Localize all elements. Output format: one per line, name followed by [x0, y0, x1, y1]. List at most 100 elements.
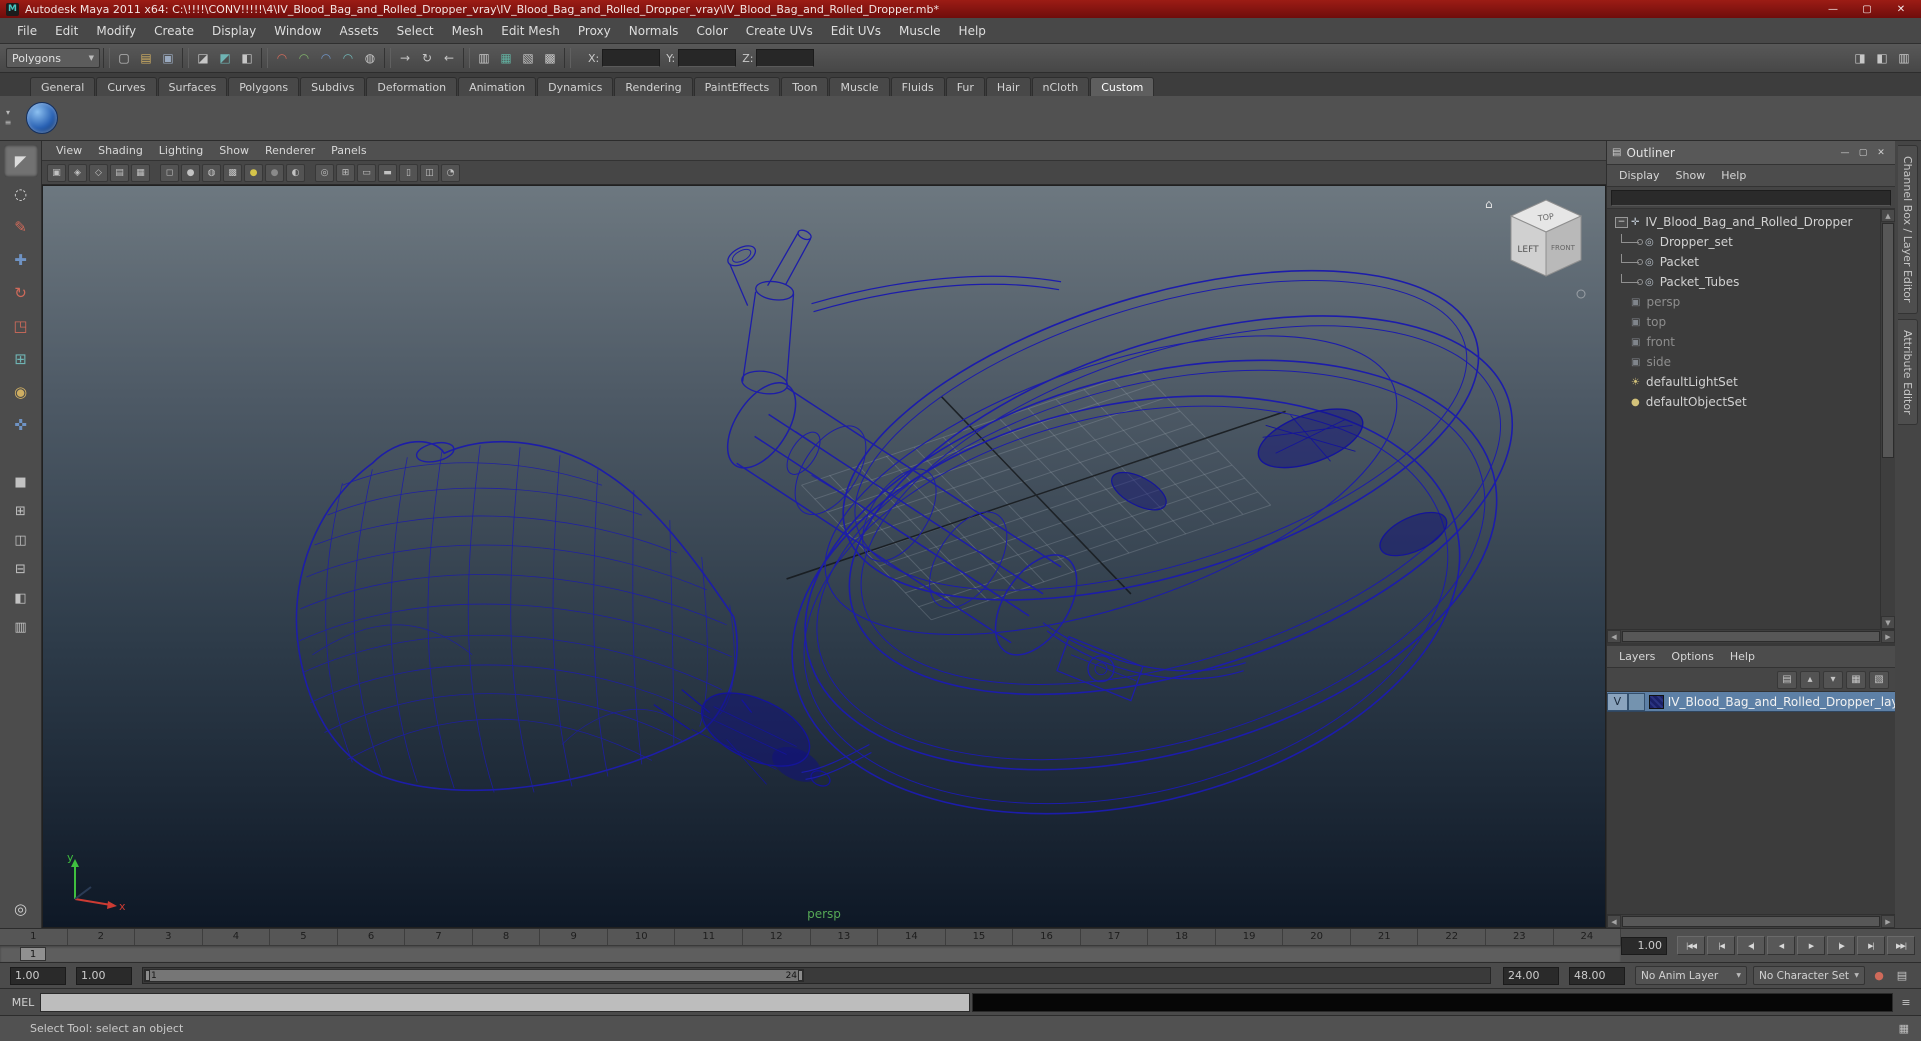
timeline-frame-cell[interactable]: 22: [1418, 929, 1487, 945]
shelf-tab[interactable]: nCloth: [1031, 77, 1090, 96]
panel-menu-item[interactable]: Lighting: [151, 142, 211, 159]
playback-start-field[interactable]: 1.00: [76, 966, 132, 985]
expand-collapse-icon[interactable]: −: [1615, 216, 1628, 228]
menubar-item[interactable]: Mesh: [443, 20, 493, 42]
select-by-hierarchy-icon[interactable]: ◪: [192, 47, 214, 69]
animation-end-field[interactable]: 48.00: [1569, 966, 1625, 985]
outliner-item-front[interactable]: ▣ front: [1607, 332, 1880, 352]
new-empty-layer-icon[interactable]: ▦: [1846, 670, 1866, 689]
coordinate-input[interactable]: [678, 49, 737, 67]
toolbox-extra-button[interactable]: ◎: [14, 900, 27, 918]
show-attribute-editor-icon[interactable]: ◨: [1849, 47, 1871, 69]
timeline-frame-cell[interactable]: 16: [1013, 929, 1081, 945]
snap-to-curve-icon[interactable]: ◠: [293, 47, 315, 69]
make-live-icon[interactable]: ◍: [359, 47, 381, 69]
layer-playback-toggle[interactable]: [1627, 692, 1645, 711]
construction-history-icon[interactable]: ↻: [416, 47, 438, 69]
node-label[interactable]: top: [1646, 315, 1666, 329]
play-backwards-button[interactable]: ◀: [1767, 936, 1795, 955]
custom-shelf-item-button[interactable]: [26, 102, 58, 134]
shelf-tab[interactable]: Hair: [985, 77, 1031, 96]
field-chart-icon[interactable]: ⊞: [336, 163, 355, 182]
menu-set-selector[interactable]: Polygons ▼: [6, 48, 100, 68]
help-line-icon[interactable]: ▦: [1899, 1022, 1909, 1035]
outliner-item-root[interactable]: − ✛ IV_Blood_Bag_and_Rolled_Dropper: [1607, 212, 1880, 232]
node-label[interactable]: persp: [1646, 295, 1680, 309]
bookmarks-icon[interactable]: ▤: [110, 163, 129, 182]
select-by-object-icon[interactable]: ◩: [214, 47, 236, 69]
step-back-key-button[interactable]: ◀|: [1737, 936, 1765, 955]
panel-menu-item[interactable]: Show: [211, 142, 257, 159]
layer-row[interactable]: V IV_Blood_Bag_and_Rolled_Dropper_layer: [1607, 692, 1895, 712]
viewport-3d-scene[interactable]: [43, 186, 1605, 927]
node-label[interactable]: Packet_Tubes: [1660, 275, 1740, 289]
timeline-frame-cell[interactable]: 2: [68, 929, 136, 945]
timeline-frame-cell[interactable]: 5: [270, 929, 338, 945]
node-label[interactable]: Packet: [1660, 255, 1699, 269]
animation-preferences-icon[interactable]: ▤: [1893, 967, 1911, 985]
scale-tool[interactable]: ◳: [4, 310, 38, 342]
tube-connectors[interactable]: [1106, 397, 1453, 565]
timeline-frame-cell[interactable]: 23: [1486, 929, 1554, 945]
shelf-tabs-toggle-icon[interactable]: ▾: [6, 108, 10, 118]
outliner-filter-input[interactable]: [1611, 189, 1891, 206]
textured-icon[interactable]: ▩: [223, 163, 242, 182]
current-frame-marker[interactable]: 1: [20, 947, 46, 961]
timeline-frame-cell[interactable]: 20: [1283, 929, 1351, 945]
shelf-tab[interactable]: Deformation: [366, 77, 458, 96]
timeline-frame-cell[interactable]: 3: [135, 929, 203, 945]
menubar-item[interactable]: Create UVs: [737, 20, 822, 42]
save-scene-icon[interactable]: ▣: [157, 47, 179, 69]
mel-output-field[interactable]: [972, 992, 1893, 1012]
show-manipulator-tool[interactable]: ✜: [4, 409, 38, 441]
smooth-shade-icon[interactable]: ●: [181, 163, 200, 182]
view-cube-menu-dot[interactable]: [1576, 289, 1586, 299]
show-tool-settings-icon[interactable]: ◧: [1871, 47, 1893, 69]
timeline-frame-cell[interactable]: 9: [540, 929, 608, 945]
scroll-left-icon[interactable]: ◀: [1607, 915, 1621, 928]
range-start-handle[interactable]: [145, 970, 150, 981]
use-all-lights-icon[interactable]: ●: [244, 163, 263, 182]
menubar-item[interactable]: Window: [265, 20, 330, 42]
outliner-menu-item[interactable]: Display: [1611, 167, 1668, 184]
open-render-view-icon[interactable]: ▥: [473, 47, 495, 69]
range-end-handle[interactable]: [798, 970, 804, 981]
node-label[interactable]: Dropper_set: [1660, 235, 1733, 249]
snap-to-plane-icon[interactable]: ◠: [337, 47, 359, 69]
close-window-button[interactable]: ✕: [1887, 4, 1915, 15]
select-by-component-icon[interactable]: ◧: [236, 47, 258, 69]
minimize-window-button[interactable]: —: [1819, 4, 1847, 15]
scroll-down-icon[interactable]: ▼: [1881, 616, 1895, 629]
shelf-menu-icon[interactable]: ≡: [5, 118, 12, 128]
playback-end-field[interactable]: 24.00: [1503, 966, 1559, 985]
statusline-grip[interactable]: [261, 48, 268, 68]
play-forwards-button[interactable]: ▶: [1797, 936, 1825, 955]
shelf-tab[interactable]: General: [30, 77, 96, 96]
viewport-toolbar-gap[interactable]: [307, 164, 313, 182]
mel-toggle-button[interactable]: MEL: [6, 996, 40, 1009]
wireframe-on-shaded-icon[interactable]: ◍: [202, 163, 221, 182]
scrollbar-thumb[interactable]: [1882, 223, 1894, 459]
outliner-item-packet[interactable]: ◎ Packet: [1607, 252, 1880, 272]
panel-menu-item[interactable]: Shading: [90, 142, 151, 159]
panel-menu-item[interactable]: View: [48, 142, 90, 159]
range-slider-track[interactable]: 1 24: [142, 967, 1491, 984]
outliner-item-packet-tubes[interactable]: ◎ Packet_Tubes: [1607, 272, 1880, 292]
camera-attributes-icon[interactable]: ◇: [89, 163, 108, 182]
wireframe-icon[interactable]: ◻: [160, 163, 179, 182]
viewport-toolbar-gap[interactable]: [152, 164, 158, 182]
layers-menu-item[interactable]: Help: [1722, 648, 1763, 665]
shelf-tab[interactable]: Fluids: [890, 77, 945, 96]
node-label[interactable]: IV_Blood_Bag_and_Rolled_Dropper: [1645, 215, 1852, 229]
animation-start-field[interactable]: 1.00: [10, 966, 66, 985]
menubar-item[interactable]: Edit: [46, 20, 87, 42]
3d-viewport[interactable]: ⌂ TOP LEFT FRONT y x persp: [42, 185, 1606, 928]
timeline-frame-cell[interactable]: 4: [203, 929, 271, 945]
soft-modification-tool[interactable]: ◉: [4, 376, 38, 408]
timeline-frame-cell[interactable]: 8: [473, 929, 541, 945]
timeline-frame-cell[interactable]: 11: [675, 929, 744, 945]
isolate-select-icon[interactable]: ◎: [315, 163, 334, 182]
timeline-frame-cell[interactable]: 12: [743, 929, 811, 945]
tab-channel-box-layer-editor[interactable]: Channel Box / Layer Editor: [1898, 145, 1918, 314]
exposure-icon[interactable]: ◔: [441, 163, 460, 182]
